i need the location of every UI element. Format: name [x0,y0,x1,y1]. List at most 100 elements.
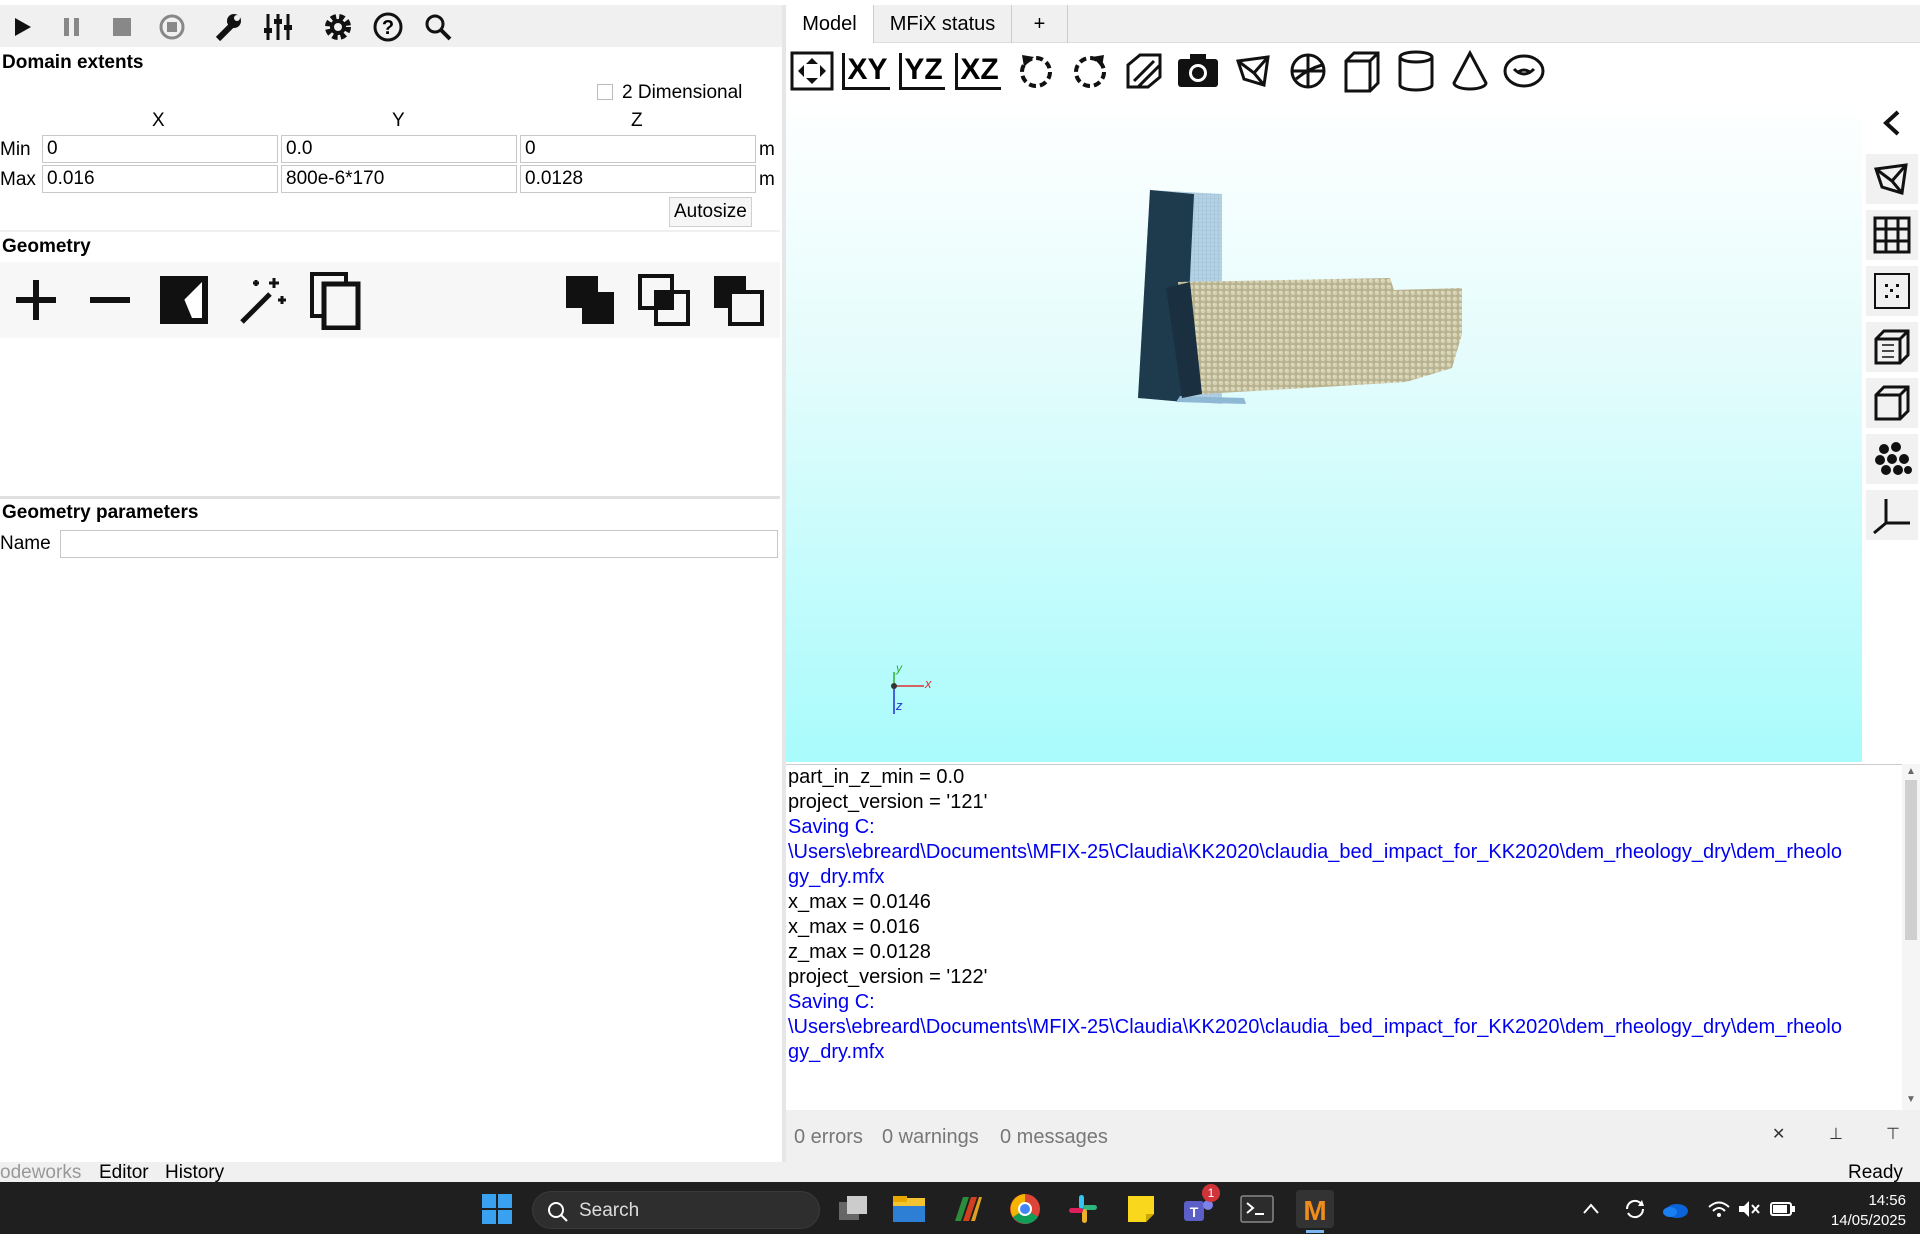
stop-icon[interactable] [106,11,138,43]
volume-muted-icon[interactable] [1730,1190,1768,1228]
console-output[interactable]: part_in_z_min = 0.0 project_version = '12… [786,764,1902,1110]
console-line: gy_dry.mfx [788,1041,885,1063]
cone-icon[interactable] [1448,49,1492,93]
show-outline-icon[interactable] [1866,378,1918,428]
autosize-button[interactable]: Autosize [669,197,752,227]
max-y-input[interactable] [281,165,517,193]
geometry-parameters-title: Geometry parameters [2,502,199,523]
copy-geometry-icon[interactable] [306,270,366,330]
tab-model[interactable]: Model [786,5,874,43]
3d-viewport[interactable]: x y z [786,98,1862,762]
battery-icon[interactable] [1764,1190,1802,1228]
sliders-icon[interactable] [262,11,294,43]
fit-view-icon[interactable] [790,49,834,93]
errors-count[interactable]: 0 errors [794,1126,863,1149]
show-axes-icon[interactable] [1866,490,1918,540]
tab-codeworks[interactable]: odeworks [0,1162,81,1184]
clear-console-icon[interactable]: ✕ [1772,1124,1785,1144]
svg-text:T: T [1190,1204,1199,1220]
view-xz-button[interactable]: XZ [955,49,1001,93]
left-panel: ? Domain extents 2 Dimensional X Y Z Min… [0,0,784,1162]
union-icon[interactable] [560,270,620,330]
perspective-icon[interactable] [1122,49,1166,93]
task-view-icon[interactable] [834,1190,872,1228]
show-particles-icon[interactable] [1866,434,1918,484]
min-label: Min [0,139,31,160]
show-background-mesh-icon[interactable] [1866,266,1918,316]
onedrive-icon[interactable] [1656,1190,1694,1228]
difference-icon[interactable] [708,270,768,330]
camera-icon[interactable] [1176,49,1220,93]
search-icon[interactable] [422,11,454,43]
wireframe-icon[interactable] [1232,49,1276,93]
tab-editor[interactable]: Editor [99,1162,149,1184]
max-z-input[interactable] [520,165,756,193]
mfix-icon[interactable]: M [1296,1190,1334,1228]
col-header-z: Z [631,110,643,131]
help-icon[interactable]: ? [372,11,404,43]
taskbar-time[interactable]: 14:56 [1852,1192,1906,1209]
domain-extents-title: Domain extents [2,52,144,73]
scroll-top-icon[interactable]: ⊤ [1886,1124,1900,1144]
magic-wand-icon[interactable] [232,270,292,330]
geometry-toolbar [0,262,780,338]
sphere-icon[interactable] [1286,49,1330,93]
panel-splitter[interactable] [0,496,780,499]
max-unit: m [759,169,775,190]
chrome-icon[interactable] [1006,1190,1044,1228]
play-icon[interactable] [6,11,38,43]
console-scrollbar[interactable]: ▲ ▼ [1902,764,1920,1110]
view-yz-button[interactable]: YZ [899,49,945,93]
file-explorer-icon[interactable] [890,1190,928,1228]
svg-text:M: M [1303,1195,1326,1224]
show-geometry-icon[interactable] [1866,154,1918,204]
particle-bed [1138,190,1462,404]
taskbar-search-label: Search [579,1200,640,1221]
slack-icon[interactable] [1064,1190,1102,1228]
geometry-name-input[interactable] [60,530,778,558]
reset-icon[interactable] [156,11,188,43]
scene: x y z [891,190,1462,714]
tab-add[interactable]: + [1012,5,1068,43]
cylinder-icon[interactable] [1394,49,1438,93]
pause-icon[interactable] [56,11,88,43]
min-z-input[interactable] [520,135,756,163]
max-x-input[interactable] [42,165,278,193]
min-y-input[interactable] [281,135,517,163]
min-x-input[interactable] [42,135,278,163]
gear-icon[interactable] [322,11,354,43]
windows-start-icon[interactable] [478,1190,516,1228]
warnings-count[interactable]: 0 warnings [882,1126,979,1149]
sync-icon[interactable] [1616,1190,1654,1228]
name-label: Name [0,533,51,554]
two-dimensional-checkbox[interactable] [597,84,613,100]
tab-history[interactable]: History [165,1162,224,1184]
add-geometry-icon[interactable] [6,270,66,330]
box-icon[interactable] [1340,49,1384,93]
console-line: \Users\ebreard\Documents\MFIX-25\Claudia… [788,841,1842,863]
col-header-x: X [152,110,165,131]
tray-chevron-icon[interactable] [1572,1190,1610,1228]
scroll-bottom-icon[interactable]: ⊥ [1829,1124,1843,1144]
console-line: x_max = 0.0146 [788,891,931,913]
collapse-sidebar-icon[interactable] [1866,98,1918,148]
rotate-left-icon[interactable] [1014,49,1058,93]
view-xy-button[interactable]: XY [842,49,890,93]
taskbar-date[interactable]: 14/05/2025 [1812,1212,1906,1229]
wrench-icon[interactable] [212,11,244,43]
remove-geometry-icon[interactable] [80,270,140,330]
torus-icon[interactable] [1502,49,1546,93]
messages-count[interactable]: 0 messages [1000,1126,1108,1149]
console-line: Saving C: [788,816,875,838]
rotate-right-icon[interactable] [1068,49,1112,93]
show-mesh-icon[interactable] [1866,210,1918,260]
taskbar-search-box[interactable]: Search [532,1191,820,1229]
tab-mfix-status[interactable]: MFiX status [874,5,1012,43]
intersection-icon[interactable] [634,270,694,330]
filter-geometry-icon[interactable] [154,270,214,330]
matlab-icon[interactable] [948,1190,986,1228]
teams-icon[interactable]: T 1 [1180,1184,1220,1228]
show-regions-icon[interactable] [1866,322,1918,372]
terminal-icon[interactable] [1238,1190,1276,1228]
sticky-notes-icon[interactable] [1122,1190,1160,1228]
